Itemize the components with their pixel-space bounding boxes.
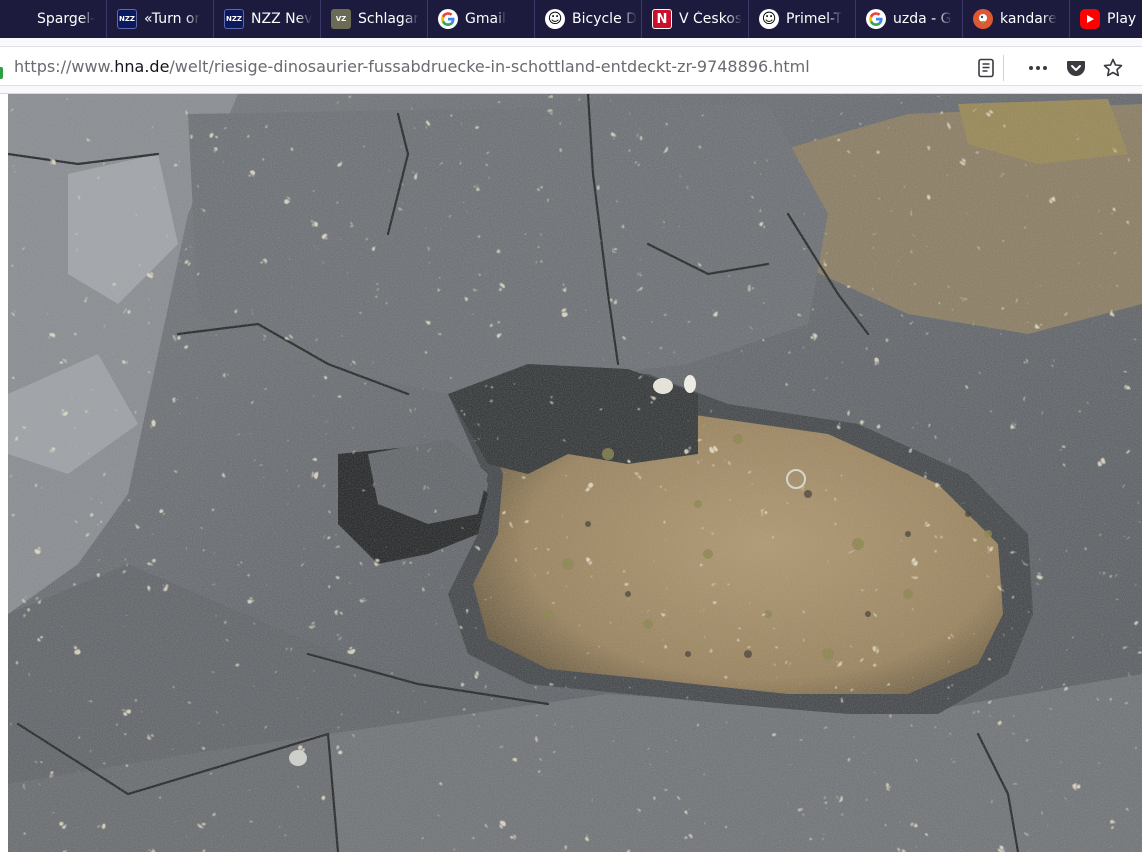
tab-label: Bicycle D — [572, 11, 637, 27]
tab-label: V Českos — [679, 11, 743, 27]
url-text[interactable]: https://www.hna.de/welt/riesige-dinosaur… — [14, 57, 810, 76]
tab-spargel[interactable]: Spargel- — [0, 0, 107, 38]
tab-label: Play H — [1107, 11, 1142, 27]
dinosaur-footprint-photo — [8, 94, 1142, 852]
tab-turn[interactable]: NZZ «Turn or — [107, 0, 214, 38]
vz-favicon-icon: VZ — [331, 9, 351, 29]
tab-nzz-news[interactable]: NZZ NZZ Nev — [214, 0, 321, 38]
tab-label: uzda - G — [893, 11, 952, 27]
tab-label: kandare — [1000, 11, 1057, 27]
tab-play[interactable]: Play H — [1070, 0, 1142, 38]
tab-bar: Spargel- NZZ «Turn or NZZ NZZ Nev VZ Sch… — [0, 0, 1142, 38]
tab-kandare[interactable]: kandare — [963, 0, 1070, 38]
tab-uzda[interactable]: uzda - G — [856, 0, 963, 38]
tab-bicycle[interactable]: ☺ Bicycle D — [535, 0, 642, 38]
pocket-icon[interactable] — [1065, 57, 1087, 79]
url-host: hna.de — [114, 57, 170, 76]
url-path: /welt/riesige-dinosaurier-fussabdruecke-… — [169, 57, 810, 76]
more-actions-icon[interactable] — [1027, 57, 1049, 79]
bookmark-star-icon[interactable] — [1102, 57, 1124, 79]
youtube-favicon-icon — [1080, 9, 1100, 29]
google-favicon-icon — [866, 9, 886, 29]
secure-indicator — [0, 67, 3, 79]
toolbar-separator — [1003, 55, 1004, 81]
tab-label: NZZ Nev — [251, 11, 313, 27]
tab-label: Gmail — [465, 11, 506, 27]
nzz-favicon-icon: NZZ — [117, 9, 137, 29]
page-content — [0, 94, 1142, 852]
nzz-favicon-icon: NZZ — [224, 9, 244, 29]
tab-label: Primel-T — [786, 11, 843, 27]
navigation-bar: https://www.hna.de/welt/riesige-dinosaur… — [0, 38, 1142, 94]
tab-gmail[interactable]: Gmail — [428, 0, 535, 38]
smiley-favicon-icon: ☺ — [545, 9, 565, 29]
url-prefix: https://www. — [14, 57, 115, 76]
tab-primel[interactable]: ☺ Primel-T — [749, 0, 856, 38]
google-favicon-icon — [438, 9, 458, 29]
n-favicon-icon: N — [652, 9, 672, 29]
address-bar[interactable]: https://www.hna.de/welt/riesige-dinosaur… — [0, 46, 1142, 86]
tab-v-ceskos[interactable]: N V Českos — [642, 0, 749, 38]
smiley-favicon-icon: ☺ — [759, 9, 779, 29]
reader-view-icon[interactable] — [975, 57, 997, 79]
duckduckgo-favicon-icon — [973, 9, 993, 29]
blank-favicon-icon — [10, 9, 30, 29]
tab-label: «Turn or — [144, 11, 201, 27]
tab-label: Schlagar — [358, 11, 420, 27]
tab-schlagar[interactable]: VZ Schlagar — [321, 0, 428, 38]
tab-label: Spargel- — [37, 11, 96, 27]
